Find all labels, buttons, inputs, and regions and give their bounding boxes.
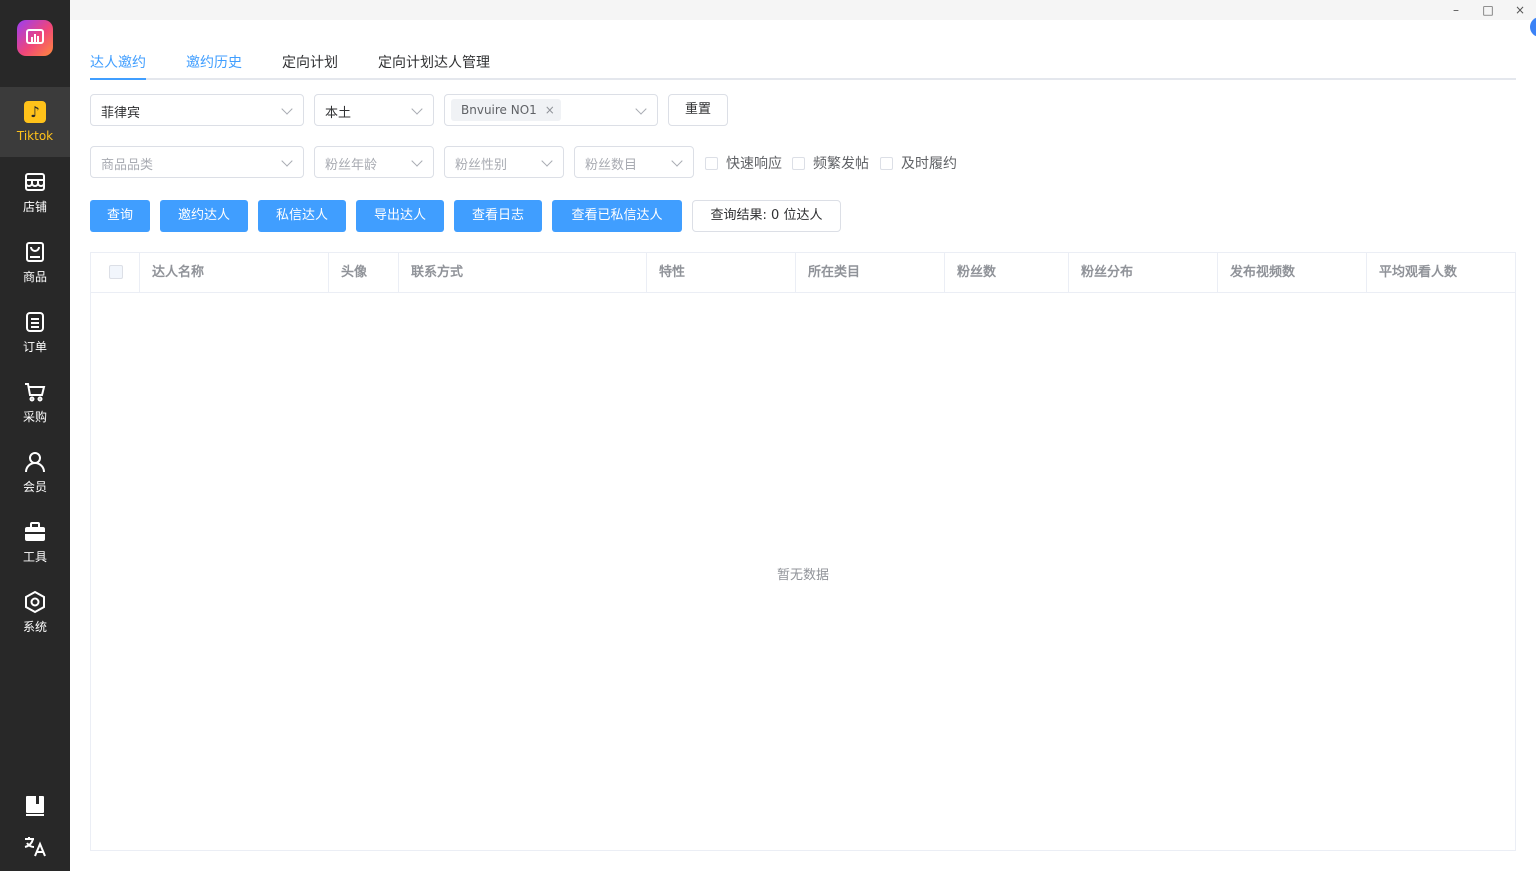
cart-icon	[25, 382, 46, 401]
order-list-icon	[26, 311, 44, 332]
sidebar-item-system[interactable]: 系统	[0, 577, 70, 647]
category-select-placeholder: 商品品类	[101, 158, 154, 173]
view-log-button[interactable]: 查看日志	[454, 200, 542, 232]
sidebar-item-label: 系统	[22, 619, 47, 634]
user-icon	[25, 451, 45, 472]
message-creator-button[interactable]: 私信达人	[258, 200, 346, 232]
shop-tag: Bnvuire NO1 ×	[451, 99, 561, 121]
seller-type-select-value: 本土	[325, 106, 352, 121]
view-messaged-creators-button[interactable]: 查看已私信达人	[552, 200, 682, 232]
product-bag-icon	[26, 241, 44, 262]
select-all-checkbox[interactable]	[109, 265, 123, 279]
translate-icon[interactable]	[23, 834, 47, 858]
shop-select[interactable]: Bnvuire NO1 ×	[444, 94, 658, 126]
sidebar-item-tiktok[interactable]: ♪ Tiktok	[0, 87, 70, 157]
tab-bar: 达人邀约 邀约历史 定向计划 定向计划达人管理	[90, 40, 1516, 80]
empty-state-text: 暂无数据	[776, 568, 829, 583]
sidebar-item-store[interactable]: 店铺	[0, 157, 70, 227]
sidebar-item-tools[interactable]: 工具	[0, 507, 70, 577]
chevron-down-icon	[541, 155, 553, 167]
chevron-down-icon	[411, 155, 423, 167]
checkbox-box[interactable]	[792, 156, 805, 170]
sidebar-item-label: 工具	[22, 549, 47, 564]
column-header-avatar[interactable]: 头像	[329, 253, 399, 292]
select-all-column	[91, 253, 140, 292]
sidebar-item-purchase[interactable]: 采购	[0, 367, 70, 437]
floating-assistant-button[interactable]	[1530, 17, 1536, 37]
country-select[interactable]: 菲律宾	[90, 94, 304, 126]
checkbox-box[interactable]	[705, 156, 718, 170]
seller-type-select[interactable]: 本土	[314, 94, 434, 126]
category-select[interactable]: 商品品类	[90, 146, 304, 178]
fan-gender-select-placeholder: 粉丝性别	[455, 158, 508, 173]
chevron-down-icon	[281, 155, 293, 167]
export-creator-button[interactable]: 导出达人	[356, 200, 444, 232]
store-icon	[25, 172, 45, 191]
sidebar-item-product[interactable]: 商品	[0, 227, 70, 297]
sidebar-item-label: 订单	[22, 339, 47, 354]
settings-icon	[25, 590, 45, 613]
sidebar: ♪ Tiktok 店铺 商品 订单 采购 会员 工具 系统	[0, 0, 70, 871]
fan-age-select[interactable]: 粉丝年龄	[314, 146, 434, 178]
column-header-contact[interactable]: 联系方式	[399, 253, 647, 292]
query-button[interactable]: 查询	[90, 200, 150, 232]
active-tab-indicator	[90, 78, 146, 80]
maximize-button[interactable]: □	[1480, 2, 1496, 18]
tab-targeted-plan[interactable]: 定向计划	[282, 52, 338, 72]
reset-button[interactable]: 重置	[668, 94, 728, 126]
chevron-down-icon	[411, 103, 423, 115]
column-header-video-count[interactable]: 发布视频数	[1218, 253, 1367, 292]
fan-gender-select[interactable]: 粉丝性别	[444, 146, 564, 178]
sidebar-item-label: 会员	[22, 479, 47, 494]
column-header-follower-distribution[interactable]: 粉丝分布	[1069, 253, 1218, 292]
fan-count-select-placeholder: 粉丝数目	[585, 158, 638, 173]
app-logo-icon	[17, 20, 53, 56]
sidebar-item-label: 采购	[22, 409, 47, 424]
sidebar-item-label: Tiktok	[16, 129, 54, 143]
frequent-posting-checkbox[interactable]: 频繁发帖	[792, 154, 869, 172]
sidebar-item-member[interactable]: 会员	[0, 437, 70, 507]
tiktok-icon: ♪	[24, 101, 46, 123]
column-header-features[interactable]: 特性	[647, 253, 796, 292]
checkbox-label: 及时履约	[901, 156, 957, 172]
query-result-count: 查询结果: 0 位达人	[692, 200, 841, 232]
column-header-avg-views[interactable]: 平均观看人数	[1367, 253, 1515, 292]
tab-invite-history[interactable]: 邀约历史	[186, 52, 242, 72]
column-header-category[interactable]: 所在类目	[796, 253, 945, 292]
country-select-value: 菲律宾	[101, 106, 141, 121]
toolbox-icon	[25, 521, 45, 541]
timely-fulfillment-checkbox[interactable]: 及时履约	[880, 154, 957, 172]
checkbox-label: 快速响应	[726, 156, 782, 172]
minimize-button[interactable]: –	[1448, 2, 1464, 18]
tab-targeted-plan-creator-management[interactable]: 定向计划达人管理	[378, 52, 490, 72]
sidebar-item-label: 商品	[22, 269, 47, 284]
column-header-creator-name[interactable]: 达人名称	[140, 253, 329, 292]
column-header-followers[interactable]: 粉丝数	[945, 253, 1069, 292]
tab-label: 定向计划	[282, 55, 338, 71]
tab-label: 邀约历史	[186, 55, 242, 71]
invite-creator-button[interactable]: 邀约达人	[160, 200, 248, 232]
sidebar-item-order[interactable]: 订单	[0, 297, 70, 367]
chevron-down-icon	[281, 103, 293, 115]
table-header: 达人名称 头像 联系方式 特性 所在类目 粉丝数 粉丝分布 发布视频数 平均观看…	[91, 253, 1515, 293]
close-button[interactable]: ×	[1512, 2, 1528, 18]
checkbox-box[interactable]	[880, 156, 893, 170]
tag-close-icon[interactable]: ×	[545, 99, 555, 121]
fan-age-select-placeholder: 粉丝年龄	[325, 158, 378, 173]
book-icon[interactable]	[23, 794, 47, 818]
fast-response-checkbox[interactable]: 快速响应	[705, 154, 782, 172]
tab-label: 定向计划达人管理	[378, 55, 490, 71]
shop-tag-label: Bnvuire NO1	[461, 103, 537, 117]
sidebar-item-label: 店铺	[22, 199, 47, 214]
chevron-down-icon	[635, 103, 647, 115]
tab-label: 达人邀约	[90, 55, 146, 71]
chevron-down-icon	[671, 155, 683, 167]
fan-count-select[interactable]: 粉丝数目	[574, 146, 694, 178]
tab-creator-invite[interactable]: 达人邀约	[90, 52, 146, 72]
checkbox-label: 频繁发帖	[813, 156, 869, 172]
creator-table: 达人名称 头像 联系方式 特性 所在类目 粉丝数 粉丝分布 发布视频数 平均观看…	[90, 252, 1516, 851]
window-titlebar: – □ ×	[70, 0, 1536, 20]
